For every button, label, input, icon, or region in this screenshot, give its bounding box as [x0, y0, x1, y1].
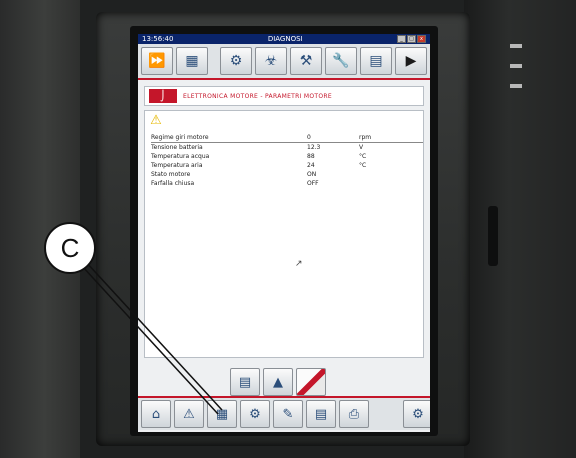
callout-label: C: [44, 222, 96, 274]
callout-letter: C: [60, 232, 80, 263]
